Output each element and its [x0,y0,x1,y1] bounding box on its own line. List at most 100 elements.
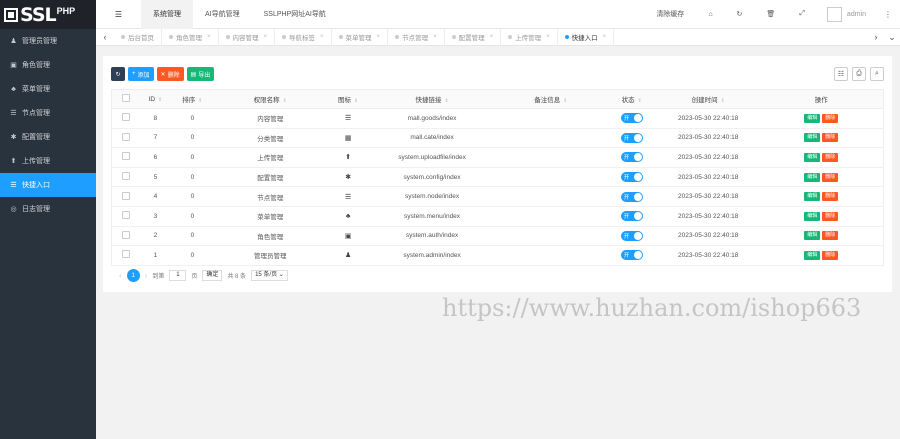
tabs-scroll-left-icon[interactable]: ‹ [96,32,114,42]
row-checkbox[interactable] [121,191,130,200]
export-button[interactable]: ▤ 导出 [186,67,215,81]
row-delete-button[interactable]: 删除 [822,113,839,123]
row-delete-button[interactable]: 删除 [822,250,839,260]
sidebar-item[interactable]: ♣ 菜单管理 [0,77,96,101]
col-icon[interactable]: 图标 ⇕ [327,89,370,109]
close-icon[interactable]: × [603,34,607,40]
edit-button[interactable]: 编辑 [804,113,821,123]
col-remark[interactable]: 备注信息 ⇕ [495,89,607,109]
page-tab[interactable]: 后台首页 [114,28,162,46]
col-url[interactable]: 快捷链接 ⇕ [369,89,495,109]
edit-button[interactable]: 编辑 [804,152,821,162]
sidebar-item[interactable]: ◎ 日志管理 [0,197,96,221]
sidebar-item[interactable]: ✱ 配置管理 [0,125,96,149]
row-delete-button[interactable]: 删除 [822,152,839,162]
clear-cache-link[interactable]: 清除缓存 [644,9,696,19]
cell-sort[interactable]: 0 [171,128,214,149]
top-tab-ai-nav[interactable]: AI导航管理 [193,0,252,29]
page-tab[interactable]: 菜单管理 × [332,28,389,46]
sort-icon[interactable]: ⇕ [283,98,287,104]
table-row[interactable]: 5 0 配置管理 ✱ system.config/index 开 2023-05-30 22… [111,167,884,188]
fullscreen-icon[interactable]: ⤢ [787,10,817,18]
row-delete-button[interactable]: 删除 [822,133,839,143]
row-checkbox[interactable] [121,172,130,181]
close-icon[interactable]: × [264,34,268,40]
sidebar-item[interactable]: ⬆ 上传管理 [0,149,96,173]
table-row[interactable]: 1 0 管理员管理 ♟ system.admin/index 开 2023-05-30 22… [111,245,884,266]
status-toggle[interactable]: 开 [620,250,643,261]
row-checkbox[interactable] [121,230,130,239]
table-row[interactable]: 4 0 节点管理 ☰ system.node/index 开 2023-05-30 22:4… [111,186,884,207]
edit-button[interactable]: 编辑 [804,172,821,182]
sidebar-item[interactable]: ▣ 角色管理 [0,53,96,77]
sidebar-item[interactable]: ♟ 管理员管理 [0,29,96,53]
print-icon[interactable]: ⎙ [852,67,866,81]
search-icon[interactable]: ⌕ [870,67,884,81]
row-checkbox[interactable] [121,152,130,161]
more-options-icon[interactable]: ⋮ [876,10,900,19]
row-delete-button[interactable]: 删除 [822,172,839,182]
col-id[interactable]: ID ⇕ [139,89,172,109]
sort-icon[interactable]: ⇕ [721,98,725,104]
cell-sort[interactable]: 0 [171,108,214,129]
col-created[interactable]: 创建时间 ⇕ [656,89,760,109]
page-tab[interactable]: 上传管理 × [501,28,558,46]
row-checkbox[interactable] [121,132,130,141]
status-toggle[interactable]: 开 [620,113,643,124]
table-row[interactable]: 3 0 菜单管理 ♣ system.menu/index 开 2023-05-30 22:4… [111,206,884,227]
row-delete-button[interactable]: 删除 [822,211,839,221]
sidebar-item[interactable]: ☰ 节点管理 [0,101,96,125]
add-button[interactable]: + 添加 [128,67,154,81]
edit-button[interactable]: 编辑 [804,231,821,241]
col-name[interactable]: 权限名称 ⇕ [213,89,328,109]
row-checkbox[interactable] [121,250,130,259]
cell-sort[interactable]: 0 [171,186,214,207]
columns-filter-icon[interactable]: ☷ [834,67,848,81]
row-delete-button[interactable]: 删除 [822,231,839,241]
page-tab[interactable]: 角色管理 × [162,28,219,46]
edit-button[interactable]: 编辑 [804,211,821,221]
edit-button[interactable]: 编辑 [804,192,821,202]
cell-sort[interactable]: 0 [171,147,214,168]
next-page-icon[interactable]: › [145,271,148,280]
edit-button[interactable]: 编辑 [804,133,821,143]
close-icon[interactable]: × [490,34,494,40]
page-tab[interactable]: 配置管理 × [445,28,502,46]
col-sort[interactable]: 排序 ⇕ [171,89,214,109]
sort-icon[interactable]: ⇕ [444,98,448,104]
table-row[interactable]: 8 0 内容管理 ☰ mall.goods/index 开 2023-05-30 22:40… [111,108,884,129]
close-icon[interactable]: × [207,34,211,40]
home-icon[interactable]: ⌂ [696,11,724,18]
menu-toggle-icon[interactable]: ☰ [96,10,141,19]
row-checkbox[interactable] [121,113,130,122]
sort-icon[interactable]: ⇕ [563,98,567,104]
tabs-scroll-right-icon[interactable]: › [868,32,884,42]
logo[interactable]: SSL PHP [0,0,96,29]
table-row[interactable]: 2 0 角色管理 ▣ system.auth/index 开 2023-05-30 22:4… [111,226,884,247]
sort-icon[interactable]: ⇕ [158,97,162,103]
status-toggle[interactable]: 开 [620,230,643,241]
page-confirm-button[interactable]: 确定 [202,270,223,281]
sort-icon[interactable]: ⇕ [354,98,358,104]
page-tab[interactable]: 内容管理 × [219,28,276,46]
page-tab[interactable]: 快捷入口 × [558,28,615,46]
cell-sort[interactable]: 0 [171,226,214,247]
col-status[interactable]: 状态 ⇕ [606,89,657,109]
sidebar-item[interactable]: ☰ 快捷入口 [0,173,96,197]
table-row[interactable]: 6 0 上传管理 ⬆ system.uploadfile/index 开 2023-05-3… [111,147,884,168]
close-icon[interactable]: × [433,34,437,40]
status-toggle[interactable]: 开 [620,211,643,222]
status-toggle[interactable]: 开 [620,152,643,163]
cell-sort[interactable]: 0 [171,167,214,188]
row-checkbox[interactable] [121,211,130,220]
refresh-button[interactable]: ↻ [111,67,125,81]
per-page-select[interactable]: 15 条/页 ⌄ [251,270,288,281]
select-all-checkbox[interactable] [121,94,130,102]
status-toggle[interactable]: 开 [620,172,643,183]
close-icon[interactable]: × [546,34,550,40]
table-row[interactable]: 7 0 分类管理 ▦ mall.cate/index 开 2023-05-30 22:40:… [111,128,884,149]
cell-sort[interactable]: 0 [171,206,214,227]
cell-sort[interactable]: 0 [171,245,214,266]
trash-icon[interactable]: 🗑 [754,10,787,18]
status-toggle[interactable]: 开 [620,191,643,202]
